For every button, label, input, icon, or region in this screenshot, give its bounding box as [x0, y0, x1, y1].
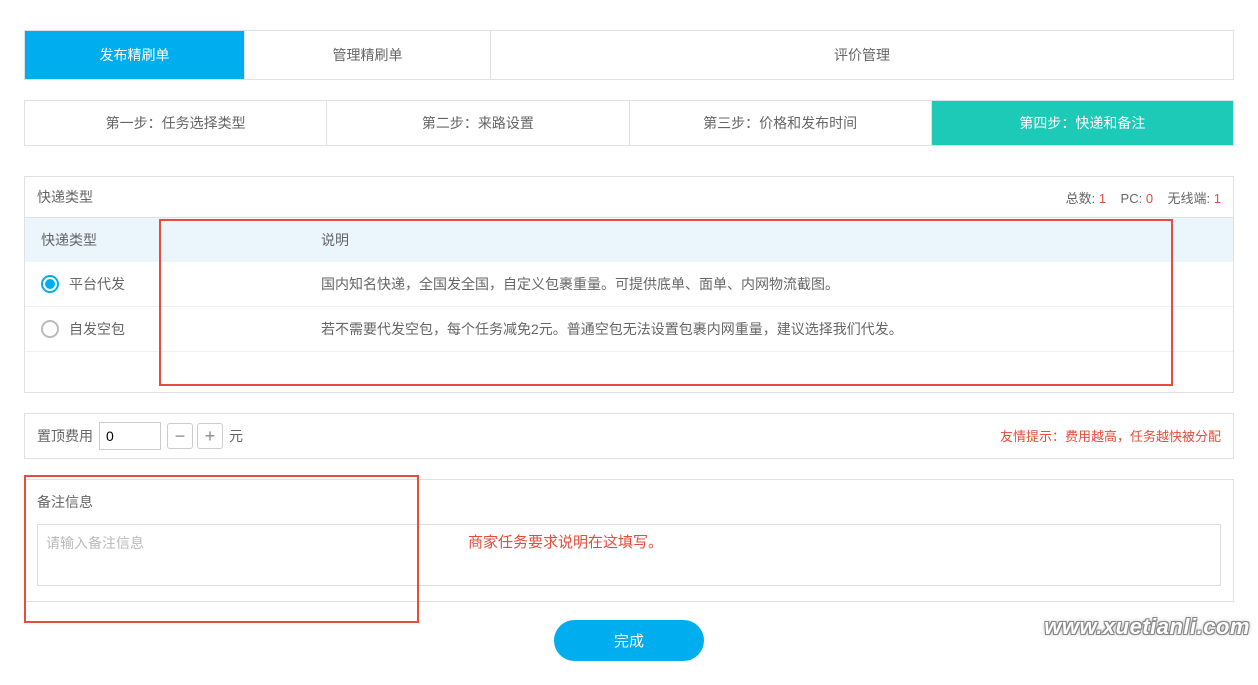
step-1[interactable]: 第一步：任务选择类型	[25, 101, 327, 145]
radio-icon	[41, 275, 59, 293]
top-fee-left: 置顶费用 − + 元	[37, 422, 243, 450]
radio-platform[interactable]: 平台代发	[41, 274, 289, 294]
top-fee-hint: 友情提示：费用越高，任务越快被分配	[1000, 426, 1221, 445]
stats-total-label: 总数:	[1066, 191, 1096, 206]
stats-pc-label: PC:	[1121, 191, 1143, 206]
shipping-desc: 若不需要代发空包，每个任务减免2元。普通空包无法设置包裹内网重量，建议选择我们代…	[305, 307, 1233, 352]
submit-row: 完成	[24, 620, 1234, 661]
top-fee-row: 置顶费用 − + 元 友情提示：费用越高，任务越快被分配	[24, 413, 1234, 459]
stats-total-value: 1	[1099, 191, 1106, 206]
radio-label: 平台代发	[69, 274, 125, 294]
decrement-button[interactable]: −	[167, 423, 193, 449]
tab-review[interactable]: 评价管理	[491, 31, 1233, 79]
th-type: 快递类型	[25, 218, 305, 262]
shipping-row: 自发空包 若不需要代发空包，每个任务减免2元。普通空包无法设置包裹内网重量，建议…	[25, 307, 1233, 352]
remarks-title: 备注信息	[37, 492, 1221, 512]
step-3[interactable]: 第三步：价格和发布时间	[630, 101, 932, 145]
shipping-desc: 国内知名快递，全国发全国，自定义包裹重量。可提供底单、面单、内网物流截图。	[305, 262, 1233, 307]
radio-label: 自发空包	[69, 319, 125, 339]
step-2[interactable]: 第二步：来路设置	[327, 101, 629, 145]
top-fee-unit: 元	[229, 426, 243, 446]
remarks-panel: 备注信息	[24, 479, 1234, 602]
stats: 总数: 1 PC: 0 无线端: 1	[1066, 188, 1221, 207]
top-fee-label: 置顶费用	[37, 426, 93, 446]
stats-wireless-value: 1	[1214, 191, 1221, 206]
stats-wireless-label: 无线端:	[1168, 191, 1211, 206]
remarks-wrap: 备注信息 商家任务要求说明在这填写。	[24, 479, 1234, 602]
shipping-row-empty	[25, 352, 1233, 392]
th-desc: 说明	[305, 218, 1233, 262]
shipping-panel: 快递类型 总数: 1 PC: 0 无线端: 1 快递类型 说明	[24, 176, 1234, 393]
top-fee-input[interactable]	[99, 422, 161, 450]
step-4[interactable]: 第四步：快递和备注	[932, 101, 1233, 145]
shipping-row: 平台代发 国内知名快递，全国发全国，自定义包裹重量。可提供底单、面单、内网物流截…	[25, 262, 1233, 307]
tab-manage[interactable]: 管理精刷单	[245, 31, 491, 79]
submit-button[interactable]: 完成	[554, 620, 704, 661]
shipping-table: 快递类型 说明 平台代发 国内知名快递，全国发全国，自定义包裹重量。可提供底单、…	[25, 218, 1233, 392]
remarks-textarea[interactable]	[37, 524, 1221, 586]
increment-button[interactable]: +	[197, 423, 223, 449]
step-tabs: 第一步：任务选择类型 第二步：来路设置 第三步：价格和发布时间 第四步：快递和备…	[24, 100, 1234, 146]
main-tabs: 发布精刷单 管理精刷单 评价管理	[24, 30, 1234, 80]
radio-self[interactable]: 自发空包	[41, 319, 289, 339]
stats-pc-value: 0	[1146, 191, 1153, 206]
shipping-panel-header: 快递类型 总数: 1 PC: 0 无线端: 1	[25, 177, 1233, 218]
quantity-stepper: − +	[167, 423, 223, 449]
panel-title: 快递类型	[37, 187, 93, 207]
radio-icon	[41, 320, 59, 338]
tab-publish[interactable]: 发布精刷单	[25, 31, 245, 79]
